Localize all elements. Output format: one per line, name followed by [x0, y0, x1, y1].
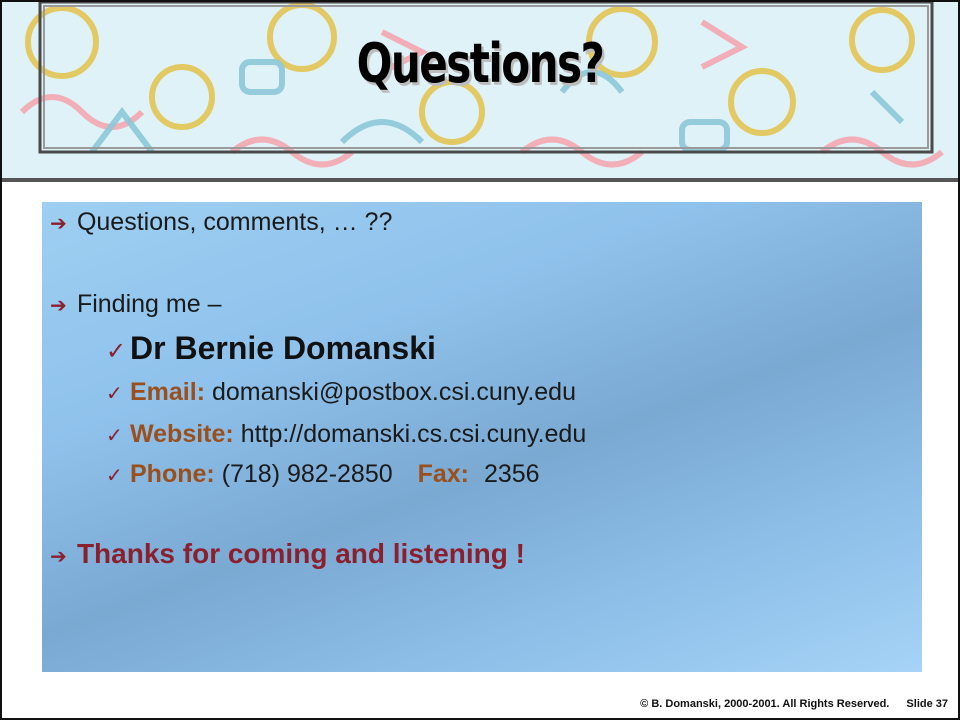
checkmark-icon: ✓ — [106, 337, 127, 365]
slide-number: Slide 37 — [906, 698, 948, 710]
email-value[interactable]: domanski@postbox.csi.cuny.edu — [212, 378, 576, 406]
slide: Questions? ➔ Questions, comments, … ?? ➔… — [0, 0, 960, 720]
slide-footer: © B. Domanski, 2000-2001. All Rights Res… — [626, 698, 948, 710]
bullet-finding-me: ➔ Finding me – — [50, 290, 221, 319]
contact-name: Dr Bernie Domanski — [130, 330, 436, 366]
arrow-right-icon: ➔ — [50, 211, 67, 235]
bullet-finding-me-text: Finding me – — [76, 290, 222, 318]
bullet-questions-text: Questions, comments, … ?? — [76, 208, 393, 236]
phone-label: Phone: — [130, 460, 215, 488]
contact-website-item: ✓ Website: http://domanski.cs.csi.cuny.ed… — [106, 420, 586, 449]
content-panel: ➔ Questions, comments, … ?? ➔ Finding me… — [42, 202, 922, 672]
fax-value: 2356 — [483, 460, 540, 488]
banner-divider — [2, 178, 958, 182]
closing-line: ➔ Thanks for coming and listening ! — [50, 538, 525, 570]
checkmark-icon: ✓ — [106, 423, 123, 447]
checkmark-icon: ✓ — [106, 381, 123, 405]
bullet-questions: ➔ Questions, comments, … ?? — [50, 208, 392, 237]
website-value[interactable]: http://domanski.cs.csi.cuny.edu — [241, 420, 587, 448]
contact-email-item: ✓ Email: domanski@postbox.csi.cuny.edu — [106, 378, 576, 407]
contact-name-item: ✓ Dr Bernie Domanski — [106, 330, 436, 367]
arrow-right-icon: ➔ — [50, 544, 67, 568]
closing-text: Thanks for coming and listening ! — [76, 538, 525, 569]
slide-title: Questions? — [356, 32, 605, 95]
checkmark-icon: ✓ — [106, 463, 123, 487]
copyright-text: © B. Domanski, 2000-2001. All Rights Res… — [640, 698, 890, 710]
phone-value: (718) 982-2850 — [221, 460, 393, 488]
arrow-right-icon: ➔ — [50, 293, 67, 317]
website-label: Website: — [130, 420, 234, 448]
contact-phone-item: ✓ Phone: (718) 982-2850 Fax: 2356 — [106, 460, 540, 489]
fax-label: Fax: — [417, 460, 469, 488]
email-label: Email: — [130, 378, 206, 406]
title-banner: Questions? — [2, 2, 958, 180]
